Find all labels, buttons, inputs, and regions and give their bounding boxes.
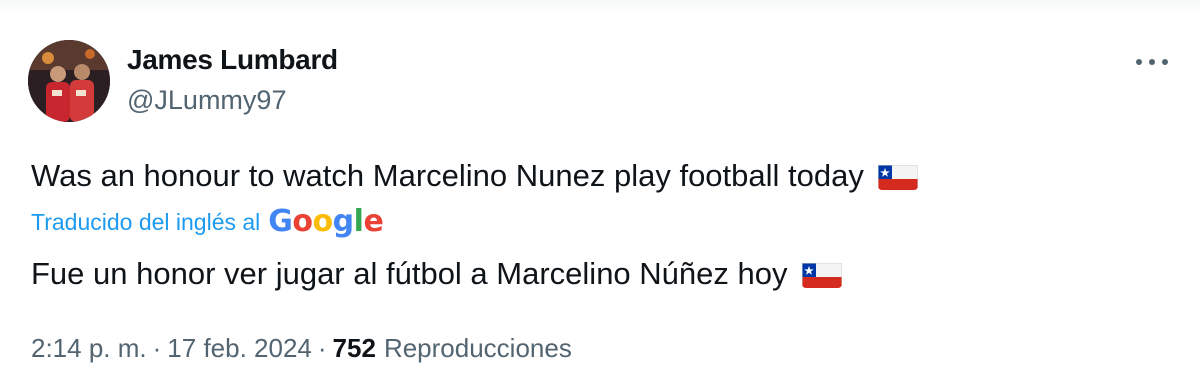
translated-label[interactable]: Traducido del inglés al [31, 205, 260, 239]
separator-dot: · [152, 333, 162, 363]
chile-flag-icon [801, 260, 842, 288]
display-name[interactable]: James Lumbard [127, 42, 338, 78]
user-handle[interactable]: @JLummy97 [127, 82, 338, 118]
translation-attribution[interactable]: Traducido del inglés al Google [31, 204, 384, 239]
tweet-metadata: 2:14 p. m. · 17 feb. 2024 · 752 Reproduc… [31, 330, 572, 366]
top-divider [0, 0, 1200, 14]
translated-text: Fue un honor ver jugar al fútbol a Marce… [31, 253, 842, 295]
tweet-text-content: Was an honour to watch Marcelino Nunez p… [31, 158, 864, 193]
separator-dot: · [317, 333, 327, 363]
tweet-card[interactable]: James Lumbard @JLummy97 Was an honour to… [0, 0, 1200, 385]
tweet-date[interactable]: 17 feb. 2024 [167, 330, 312, 366]
tweet-text: Was an honour to watch Marcelino Nunez p… [31, 155, 918, 197]
translated-text-content: Fue un honor ver jugar al fútbol a Marce… [31, 256, 788, 291]
tweet-time[interactable]: 2:14 p. m. [31, 330, 147, 366]
more-options-button[interactable] [1132, 48, 1172, 76]
author-block[interactable]: James Lumbard @JLummy97 [127, 42, 338, 118]
views-label[interactable]: Reproducciones [384, 330, 572, 366]
more-horizontal-icon [1136, 59, 1168, 65]
chile-flag-icon [877, 162, 918, 190]
avatar-image [28, 40, 110, 122]
google-logo: Google [268, 204, 384, 239]
avatar[interactable] [28, 40, 110, 122]
views-count[interactable]: 752 [333, 330, 376, 366]
